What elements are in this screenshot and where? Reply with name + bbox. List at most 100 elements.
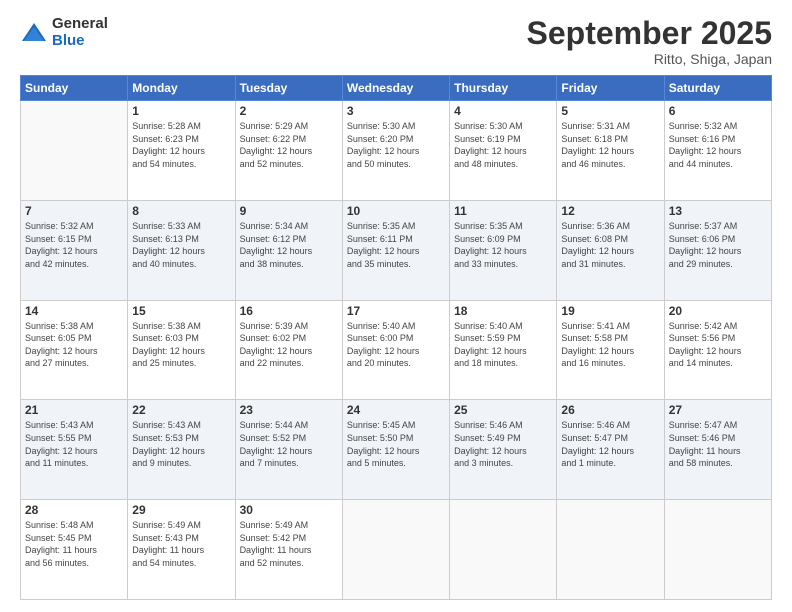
- day-info: Sunrise: 5:40 AM Sunset: 6:00 PM Dayligh…: [347, 320, 445, 370]
- day-info: Sunrise: 5:33 AM Sunset: 6:13 PM Dayligh…: [132, 220, 230, 270]
- col-wednesday: Wednesday: [342, 76, 449, 101]
- day-info: Sunrise: 5:34 AM Sunset: 6:12 PM Dayligh…: [240, 220, 338, 270]
- table-row: 9Sunrise: 5:34 AM Sunset: 6:12 PM Daylig…: [235, 200, 342, 300]
- day-number: 28: [25, 503, 123, 517]
- day-number: 24: [347, 403, 445, 417]
- day-info: Sunrise: 5:36 AM Sunset: 6:08 PM Dayligh…: [561, 220, 659, 270]
- day-number: 4: [454, 104, 552, 118]
- day-number: 29: [132, 503, 230, 517]
- col-monday: Monday: [128, 76, 235, 101]
- day-number: 3: [347, 104, 445, 118]
- day-info: Sunrise: 5:46 AM Sunset: 5:49 PM Dayligh…: [454, 419, 552, 469]
- table-row: 3 Sunrise: 5:30 AM Sunset: 6:20 PM Daylig…: [342, 101, 449, 201]
- logo-icon: [20, 19, 48, 47]
- col-friday: Friday: [557, 76, 664, 101]
- day-number: 21: [25, 403, 123, 417]
- day-number: 13: [669, 204, 767, 218]
- table-row: 30 Sunrise: 5:49 AM Sunset: 5:42 PM Dayli…: [235, 500, 342, 600]
- table-row: [557, 500, 664, 600]
- day-number: 15: [132, 304, 230, 318]
- table-row: 28 Sunrise: 5:48 AM Sunset: 5:45 PM Dayli…: [21, 500, 128, 600]
- day-info: Sunrise: 5:47 AM Sunset: 5:46 PM Dayligh…: [669, 419, 767, 469]
- table-row: 22 Sunrise: 5:43 AM Sunset: 5:53 PM Dayli…: [128, 400, 235, 500]
- col-sunday: Sunday: [21, 76, 128, 101]
- day-number: 25: [454, 403, 552, 417]
- day-info: Sunrise: 5:49 AM Sunset: 5:43 PM Dayligh…: [132, 519, 230, 569]
- day-number: 30: [240, 503, 338, 517]
- table-row: 24 Sunrise: 5:45 AM Sunset: 5:50 PM Dayli…: [342, 400, 449, 500]
- day-info: Sunrise: 5:39 AM Sunset: 6:02 PM Dayligh…: [240, 320, 338, 370]
- col-saturday: Saturday: [664, 76, 771, 101]
- calendar-week-row: 1 Sunrise: 5:28 AM Sunset: 6:23 PM Daylig…: [21, 101, 772, 201]
- day-info: Sunrise: 5:43 AM Sunset: 5:55 PM Dayligh…: [25, 419, 123, 469]
- table-row: [21, 101, 128, 201]
- day-number: 27: [669, 403, 767, 417]
- table-row: 25 Sunrise: 5:46 AM Sunset: 5:49 PM Dayli…: [450, 400, 557, 500]
- day-info: Sunrise: 5:42 AM Sunset: 5:56 PM Dayligh…: [669, 320, 767, 370]
- table-row: 21 Sunrise: 5:43 AM Sunset: 5:55 PM Dayli…: [21, 400, 128, 500]
- col-thursday: Thursday: [450, 76, 557, 101]
- table-row: 23Sunrise: 5:44 AM Sunset: 5:52 PM Dayli…: [235, 400, 342, 500]
- day-number: 6: [669, 104, 767, 118]
- day-number: 8: [132, 204, 230, 218]
- day-info: Sunrise: 5:40 AM Sunset: 5:59 PM Dayligh…: [454, 320, 552, 370]
- day-info: Sunrise: 5:28 AM Sunset: 6:23 PM Dayligh…: [132, 120, 230, 170]
- table-row: 17Sunrise: 5:40 AM Sunset: 6:00 PM Dayli…: [342, 300, 449, 400]
- day-info: Sunrise: 5:31 AM Sunset: 6:18 PM Dayligh…: [561, 120, 659, 170]
- col-tuesday: Tuesday: [235, 76, 342, 101]
- day-info: Sunrise: 5:46 AM Sunset: 5:47 PM Dayligh…: [561, 419, 659, 469]
- day-number: 5: [561, 104, 659, 118]
- day-info: Sunrise: 5:32 AM Sunset: 6:16 PM Dayligh…: [669, 120, 767, 170]
- day-number: 14: [25, 304, 123, 318]
- table-row: 6 Sunrise: 5:32 AM Sunset: 6:16 PM Daylig…: [664, 101, 771, 201]
- day-info: Sunrise: 5:35 AM Sunset: 6:09 PM Dayligh…: [454, 220, 552, 270]
- day-info: Sunrise: 5:38 AM Sunset: 6:03 PM Dayligh…: [132, 320, 230, 370]
- day-number: 12: [561, 204, 659, 218]
- day-number: 10: [347, 204, 445, 218]
- logo: General Blue: [20, 16, 108, 49]
- table-row: 15 Sunrise: 5:38 AM Sunset: 6:03 PM Dayli…: [128, 300, 235, 400]
- table-row: [664, 500, 771, 600]
- day-info: Sunrise: 5:29 AM Sunset: 6:22 PM Dayligh…: [240, 120, 338, 170]
- day-number: 20: [669, 304, 767, 318]
- table-row: 20 Sunrise: 5:42 AM Sunset: 5:56 PM Dayli…: [664, 300, 771, 400]
- day-info: Sunrise: 5:41 AM Sunset: 5:58 PM Dayligh…: [561, 320, 659, 370]
- table-row: 14 Sunrise: 5:38 AM Sunset: 6:05 PM Dayli…: [21, 300, 128, 400]
- table-row: 13 Sunrise: 5:37 AM Sunset: 6:06 PM Dayli…: [664, 200, 771, 300]
- calendar-subtitle: Ritto, Shiga, Japan: [527, 51, 772, 67]
- table-row: 11Sunrise: 5:35 AM Sunset: 6:09 PM Dayli…: [450, 200, 557, 300]
- day-number: 18: [454, 304, 552, 318]
- logo-text: General Blue: [52, 16, 108, 49]
- day-number: 1: [132, 104, 230, 118]
- day-info: Sunrise: 5:45 AM Sunset: 5:50 PM Dayligh…: [347, 419, 445, 469]
- day-number: 7: [25, 204, 123, 218]
- calendar-table: Sunday Monday Tuesday Wednesday Thursday…: [20, 75, 772, 600]
- day-info: Sunrise: 5:32 AM Sunset: 6:15 PM Dayligh…: [25, 220, 123, 270]
- day-info: Sunrise: 5:38 AM Sunset: 6:05 PM Dayligh…: [25, 320, 123, 370]
- day-info: Sunrise: 5:43 AM Sunset: 5:53 PM Dayligh…: [132, 419, 230, 469]
- day-number: 16: [240, 304, 338, 318]
- table-row: 7 Sunrise: 5:32 AM Sunset: 6:15 PM Daylig…: [21, 200, 128, 300]
- table-row: [450, 500, 557, 600]
- day-info: Sunrise: 5:48 AM Sunset: 5:45 PM Dayligh…: [25, 519, 123, 569]
- calendar-week-row: 28 Sunrise: 5:48 AM Sunset: 5:45 PM Dayli…: [21, 500, 772, 600]
- table-row: 16 Sunrise: 5:39 AM Sunset: 6:02 PM Dayli…: [235, 300, 342, 400]
- page: General Blue September 2025 Ritto, Shiga…: [0, 0, 792, 612]
- day-number: 22: [132, 403, 230, 417]
- day-info: Sunrise: 5:35 AM Sunset: 6:11 PM Dayligh…: [347, 220, 445, 270]
- table-row: 8 Sunrise: 5:33 AM Sunset: 6:13 PM Daylig…: [128, 200, 235, 300]
- day-number: 2: [240, 104, 338, 118]
- day-info: Sunrise: 5:49 AM Sunset: 5:42 PM Dayligh…: [240, 519, 338, 569]
- day-info: Sunrise: 5:37 AM Sunset: 6:06 PM Dayligh…: [669, 220, 767, 270]
- calendar-title: September 2025: [527, 16, 772, 51]
- table-row: 4Sunrise: 5:30 AM Sunset: 6:19 PM Daylig…: [450, 101, 557, 201]
- day-info: Sunrise: 5:30 AM Sunset: 6:20 PM Dayligh…: [347, 120, 445, 170]
- day-number: 23: [240, 403, 338, 417]
- table-row: 27 Sunrise: 5:47 AM Sunset: 5:46 PM Dayli…: [664, 400, 771, 500]
- table-row: 2 Sunrise: 5:29 AM Sunset: 6:22 PM Daylig…: [235, 101, 342, 201]
- calendar-week-row: 21 Sunrise: 5:43 AM Sunset: 5:55 PM Dayli…: [21, 400, 772, 500]
- table-row: 5 Sunrise: 5:31 AM Sunset: 6:18 PM Daylig…: [557, 101, 664, 201]
- table-row: 29 Sunrise: 5:49 AM Sunset: 5:43 PM Dayli…: [128, 500, 235, 600]
- header: General Blue September 2025 Ritto, Shiga…: [20, 16, 772, 67]
- calendar-header-row: Sunday Monday Tuesday Wednesday Thursday…: [21, 76, 772, 101]
